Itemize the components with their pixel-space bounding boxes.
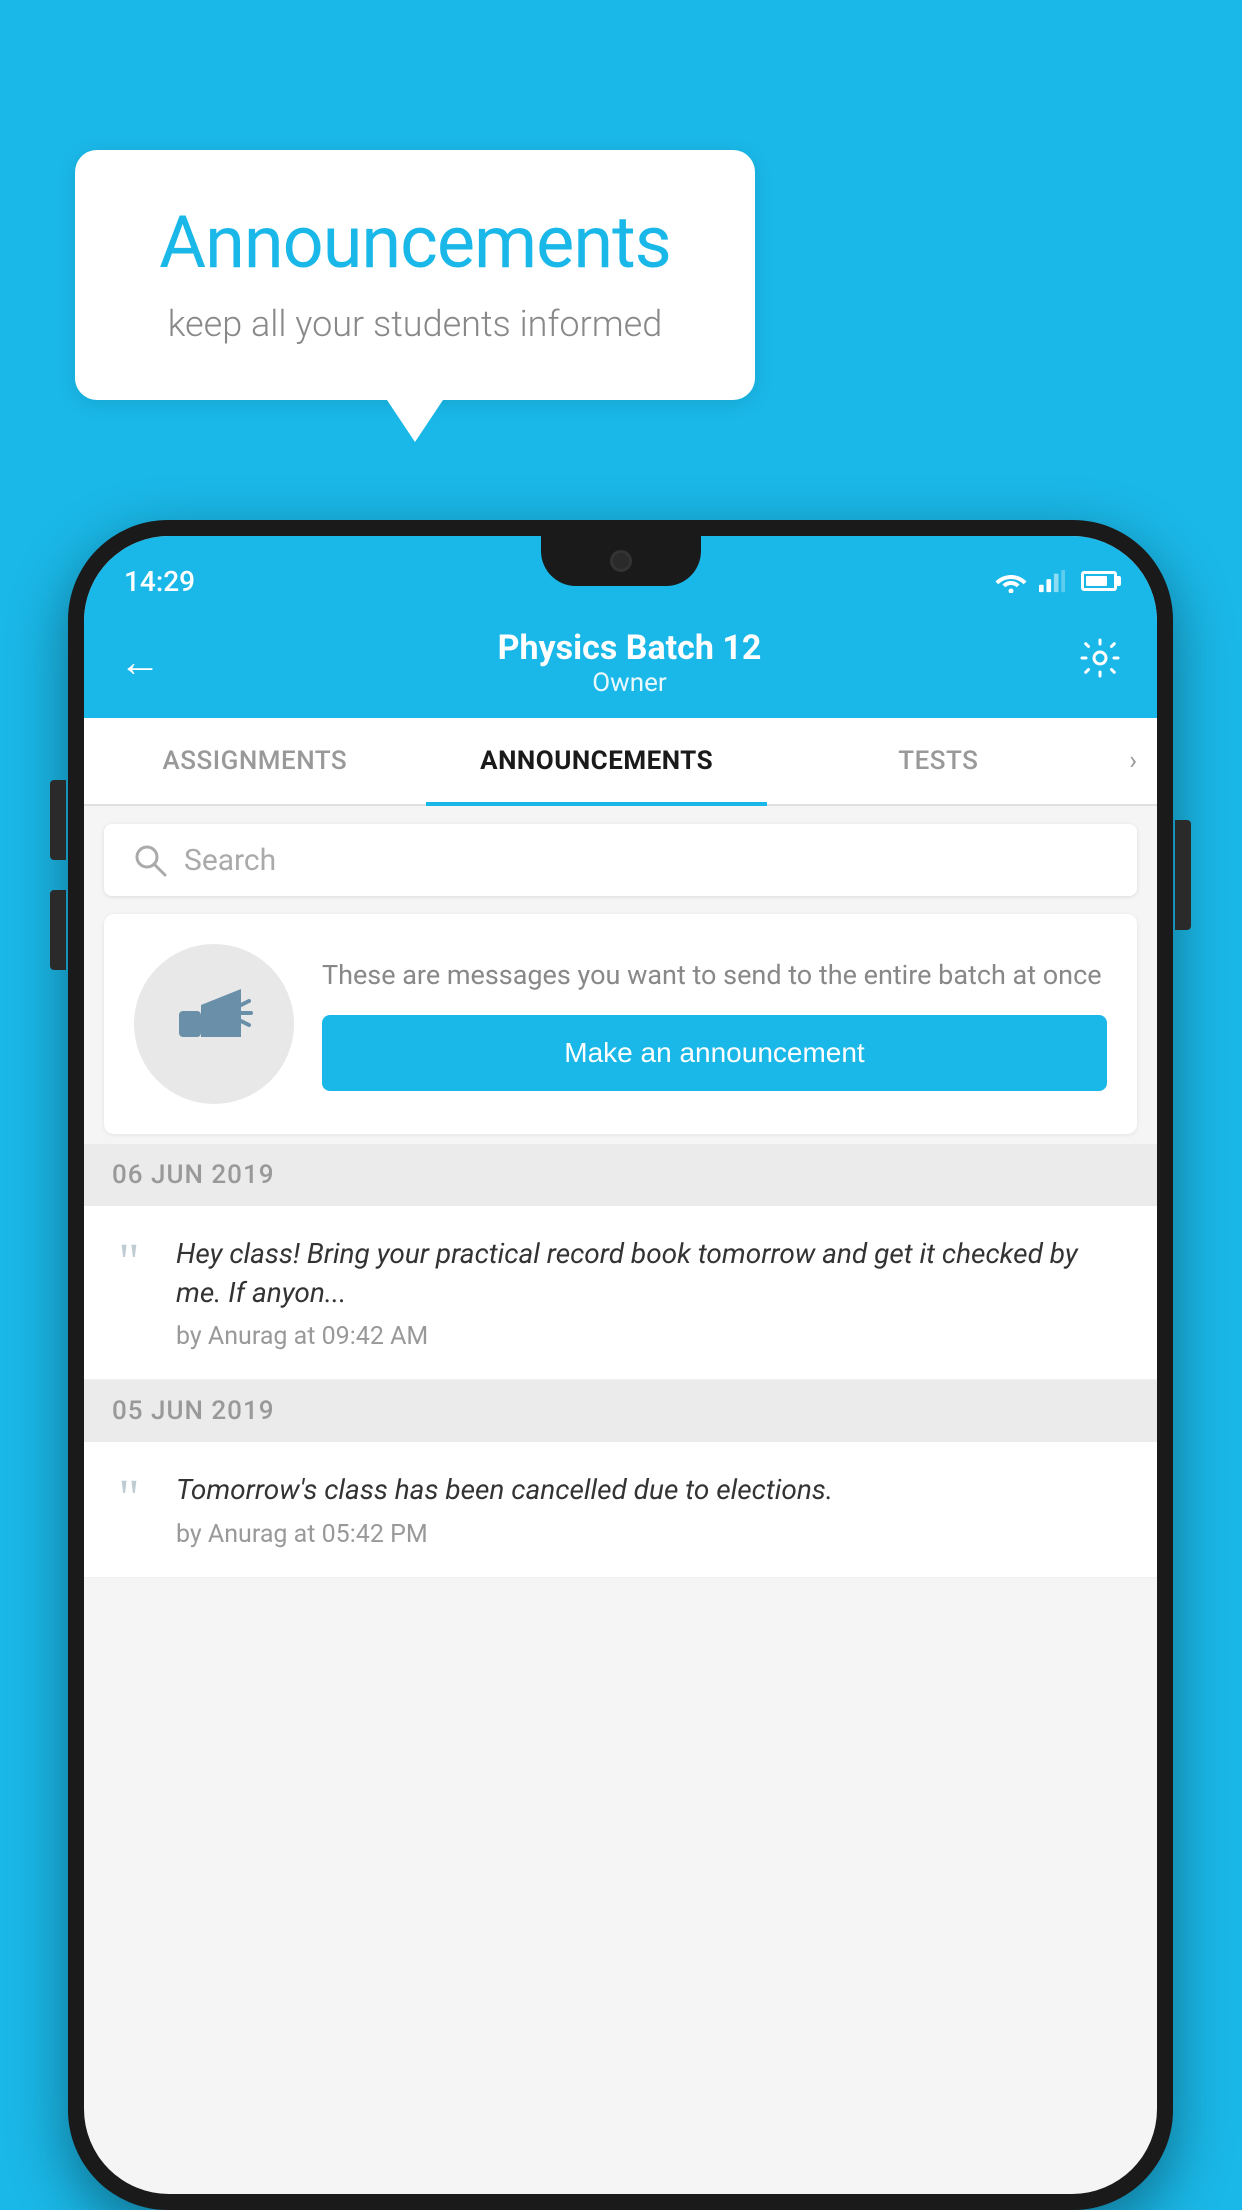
speech-bubble-container: Announcements keep all your students inf…	[75, 150, 755, 400]
tab-more[interactable]: ›	[1109, 718, 1157, 804]
megaphone-icon	[169, 979, 259, 1069]
search-placeholder: Search	[184, 843, 276, 878]
announcement-text-1: Hey class! Bring your practical record b…	[176, 1234, 1129, 1312]
quote-icon: "	[104, 1242, 154, 1284]
back-button[interactable]: ←	[119, 642, 161, 684]
volume-up-button	[50, 780, 66, 860]
battery-icon	[1081, 571, 1117, 591]
signal-icon	[1039, 569, 1065, 593]
wifi-icon	[995, 569, 1027, 593]
phone-screen: 14:29	[84, 536, 1157, 2194]
speech-bubble: Announcements keep all your students inf…	[75, 150, 755, 400]
status-time: 14:29	[124, 565, 195, 598]
tabs-container: ASSIGNMENTS ANNOUNCEMENTS TESTS ›	[84, 718, 1157, 806]
announcement-item-1[interactable]: " Hey class! Bring your practical record…	[84, 1206, 1157, 1380]
announcement-meta-1: by Anurag at 09:42 AM	[176, 1322, 1129, 1351]
app-bar-title-area: Physics Batch 12 Owner	[181, 628, 1078, 698]
phone-outer: 14:29	[68, 520, 1173, 2210]
status-icons	[995, 569, 1117, 593]
settings-button[interactable]	[1078, 636, 1122, 690]
search-bar[interactable]: Search	[104, 824, 1137, 896]
announcement-content-2: Tomorrow's class has been cancelled due …	[176, 1470, 1129, 1548]
make-announcement-button[interactable]: Make an announcement	[322, 1015, 1107, 1091]
app-bar-subtitle: Owner	[181, 668, 1078, 698]
bubble-title: Announcements	[135, 200, 695, 285]
tab-assignments[interactable]: ASSIGNMENTS	[84, 718, 426, 804]
date-separator-1: 06 JUN 2019	[84, 1144, 1157, 1206]
promo-icon-circle	[134, 944, 294, 1104]
announcement-text-2: Tomorrow's class has been cancelled due …	[176, 1470, 1129, 1509]
date-separator-2: 05 JUN 2019	[84, 1380, 1157, 1442]
gear-icon	[1078, 636, 1122, 680]
tab-tests[interactable]: TESTS	[767, 718, 1109, 804]
phone-notch	[541, 536, 701, 586]
announcement-content-1: Hey class! Bring your practical record b…	[176, 1234, 1129, 1351]
content-area: Search	[84, 806, 1157, 1578]
tab-announcements[interactable]: ANNOUNCEMENTS	[426, 718, 768, 804]
app-bar-title: Physics Batch 12	[181, 628, 1078, 668]
front-camera	[610, 550, 632, 572]
power-button	[1175, 820, 1191, 930]
promo-right: These are messages you want to send to t…	[322, 957, 1107, 1091]
promo-card: These are messages you want to send to t…	[104, 914, 1137, 1134]
promo-description: These are messages you want to send to t…	[322, 957, 1107, 995]
announcement-item-2[interactable]: " Tomorrow's class has been cancelled du…	[84, 1442, 1157, 1577]
bubble-subtitle: keep all your students informed	[135, 303, 695, 345]
app-bar: ← Physics Batch 12 Owner	[84, 608, 1157, 718]
volume-down-button	[50, 890, 66, 970]
search-icon	[132, 842, 168, 878]
announcement-meta-2: by Anurag at 05:42 PM	[176, 1520, 1129, 1549]
phone-device: 14:29	[68, 520, 1173, 2210]
quote-icon-2: "	[104, 1478, 154, 1520]
